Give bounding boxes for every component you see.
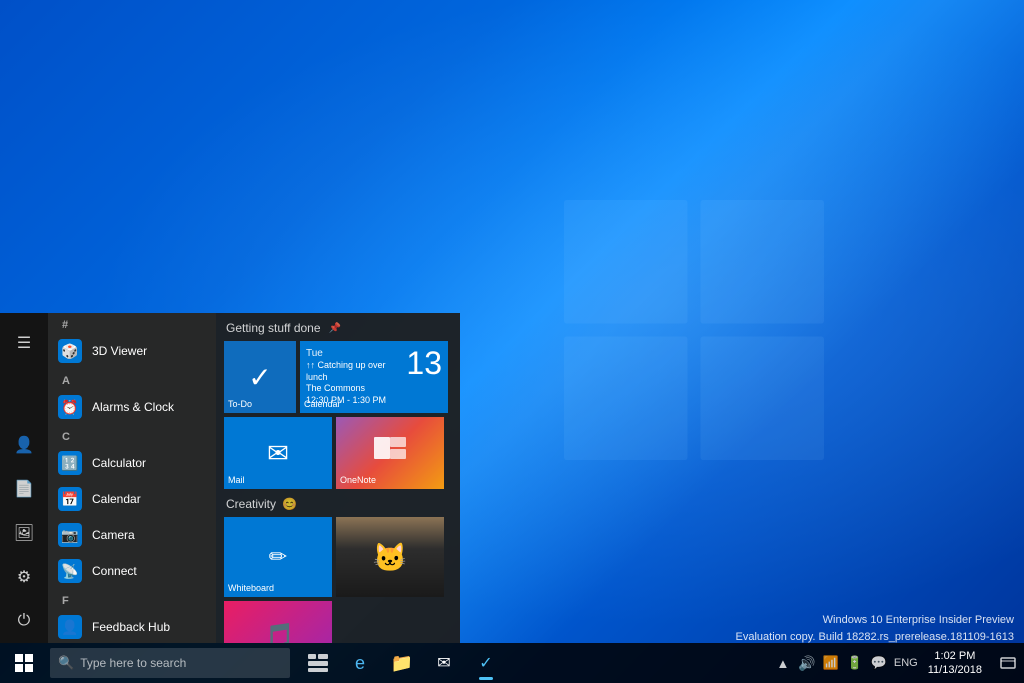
show-hidden-icons-button[interactable]: ▲	[774, 656, 792, 671]
edge-icon: e	[355, 653, 365, 674]
watermark-line1: Windows 10 Enterprise Insider Preview	[736, 612, 1014, 629]
windows-logo-icon	[15, 654, 33, 672]
app-label-alarms-clock: Alarms & Clock	[92, 400, 174, 414]
taskbar-right: ▲ 🔊 📶 🔋 💬 ENG 1:02 PM 11/13/2018	[768, 643, 1024, 683]
app-feedback-hub[interactable]: 👤 Feedback Hub	[48, 609, 216, 643]
app-camera[interactable]: 📷 Camera	[48, 517, 216, 553]
tiles-row-2: ✉ Mail OneNote	[224, 417, 452, 489]
tile-photos[interactable]: 🐱	[336, 517, 444, 597]
apps-list: # 🎲 3D Viewer A ⏰ Alarms & Clock C 🔢 Cal…	[48, 313, 216, 643]
app-icon-calendar: 📅	[58, 487, 82, 511]
taskbar: 🔍 Type here to search e 📁	[0, 643, 1024, 683]
settings-button[interactable]: ⚙	[0, 555, 48, 599]
onenote-label: OneNote	[340, 475, 376, 485]
tiles-area: Getting stuff done 📌 ✓ To-Do 13 Tue ↑↑ C…	[216, 313, 460, 643]
hamburger-menu-button[interactable]: ☰	[0, 321, 48, 365]
start-sidebar: ☰ 👤 📄 🖼 ⚙ ⏻	[0, 313, 48, 643]
desktop: Windows 10 Enterprise Insider Preview Ev…	[0, 0, 1024, 683]
group2-label: Creativity 😊	[224, 497, 452, 511]
section-f: F	[48, 589, 216, 609]
taskbar-icons: e 📁 ✉ ✓	[298, 643, 506, 683]
notification-icon	[1000, 655, 1016, 671]
tile-mail[interactable]: ✉ Mail	[224, 417, 332, 489]
mail-taskbar-button[interactable]: ✉	[424, 643, 464, 683]
section-a: A	[48, 369, 216, 389]
start-button[interactable]	[0, 643, 48, 683]
todo-taskbar-button[interactable]: ✓	[466, 643, 506, 683]
edge-browser-button[interactable]: e	[340, 643, 380, 683]
clock-date: 11/13/2018	[928, 663, 982, 677]
tiles-row-3: ✏ Whiteboard 🐱	[224, 517, 452, 597]
search-placeholder: Type here to search	[80, 656, 186, 670]
calendar-dayname: Tue	[306, 347, 442, 360]
app-icon-3d-viewer: 🎲	[58, 339, 82, 363]
pictures-button[interactable]: 🖼	[0, 511, 48, 555]
tile-todo[interactable]: ✓ To-Do	[224, 341, 296, 413]
app-connect[interactable]: 📡 Connect	[48, 553, 216, 589]
section-c: C	[48, 425, 216, 445]
clock[interactable]: 1:02 PM 11/13/2018	[918, 643, 992, 683]
folder-icon: 📁	[391, 653, 413, 674]
network-icon[interactable]: 📶	[822, 655, 840, 671]
app-label-3d-viewer: 3D Viewer	[92, 344, 147, 358]
task-view-button[interactable]	[298, 643, 338, 683]
app-icon-connect: 📡	[58, 559, 82, 583]
whiteboard-icon: ✏	[269, 544, 287, 570]
app-3d-viewer[interactable]: 🎲 3D Viewer	[48, 333, 216, 369]
whiteboard-label: Whiteboard	[228, 583, 274, 593]
group1-label: Getting stuff done 📌	[224, 321, 452, 335]
app-label-feedback-hub: Feedback Hub	[92, 620, 170, 634]
mail-taskbar-icon: ✉	[437, 653, 450, 673]
search-icon: 🔍	[58, 655, 74, 671]
app-label-connect: Connect	[92, 564, 137, 578]
todo-taskbar-icon: ✓	[479, 653, 492, 673]
file-explorer-button[interactable]: 📁	[382, 643, 422, 683]
tiles-row-1: ✓ To-Do 13 Tue ↑↑ Catching up over lunch…	[224, 341, 452, 413]
app-icon-calculator: 🔢	[58, 451, 82, 475]
search-bar[interactable]: 🔍 Type here to search	[50, 648, 290, 678]
watermark: Windows 10 Enterprise Insider Preview Ev…	[736, 612, 1014, 645]
app-alarms-clock[interactable]: ⏰ Alarms & Clock	[48, 389, 216, 425]
calendar-label: Calendar	[304, 399, 341, 409]
app-calendar[interactable]: 📅 Calendar	[48, 481, 216, 517]
power-button[interactable]: ⏻	[0, 599, 48, 643]
action-center-msg-icon[interactable]: 💬	[870, 655, 888, 671]
mail-icon: ✉	[267, 438, 289, 469]
sys-tray: ▲ 🔊 📶 🔋 💬	[768, 643, 894, 683]
start-menu: ☰ 👤 📄 🖼 ⚙ ⏻ # 🎲 3D Viewer A ⏰ Alarms & C…	[0, 313, 460, 643]
clock-time: 1:02 PM	[934, 649, 975, 663]
task-view-icon	[308, 653, 328, 673]
tile-onenote[interactable]: OneNote	[336, 417, 444, 489]
battery-icon[interactable]: 🔋	[846, 655, 864, 671]
tile-groove-music[interactable]: 🎵	[224, 601, 332, 643]
app-calculator[interactable]: 🔢 Calculator	[48, 445, 216, 481]
cat-photo: 🐱	[336, 517, 444, 597]
todo-label: To-Do	[228, 399, 252, 409]
language-indicator[interactable]: ENG	[894, 657, 918, 669]
tile-whiteboard[interactable]: ✏ Whiteboard	[224, 517, 332, 597]
mail-label: Mail	[228, 475, 245, 485]
section-hash: #	[48, 313, 216, 333]
user-account-button[interactable]: 👤	[0, 423, 48, 467]
app-icon-feedback-hub: 👤	[58, 615, 82, 639]
creativity-emoji: 😊	[282, 497, 297, 511]
app-label-calculator: Calculator	[92, 456, 146, 470]
music-icon: 🎵	[261, 621, 296, 644]
pin-icon: 📌	[329, 323, 341, 334]
volume-icon[interactable]: 🔊	[798, 655, 816, 672]
documents-button[interactable]: 📄	[0, 467, 48, 511]
app-icon-camera: 📷	[58, 523, 82, 547]
notification-center-button[interactable]	[992, 643, 1024, 683]
tile-calendar[interactable]: 13 Tue ↑↑ Catching up over lunch The Com…	[300, 341, 448, 413]
app-label-calendar: Calendar	[92, 492, 141, 506]
app-label-camera: Camera	[92, 528, 135, 542]
app-icon-alarms-clock: ⏰	[58, 395, 82, 419]
tiles-row-4: 🎵	[224, 601, 452, 643]
todo-checkmark-icon: ✓	[248, 361, 271, 394]
calendar-venue: The Commons	[306, 383, 442, 395]
windows-logo-background	[564, 200, 824, 460]
